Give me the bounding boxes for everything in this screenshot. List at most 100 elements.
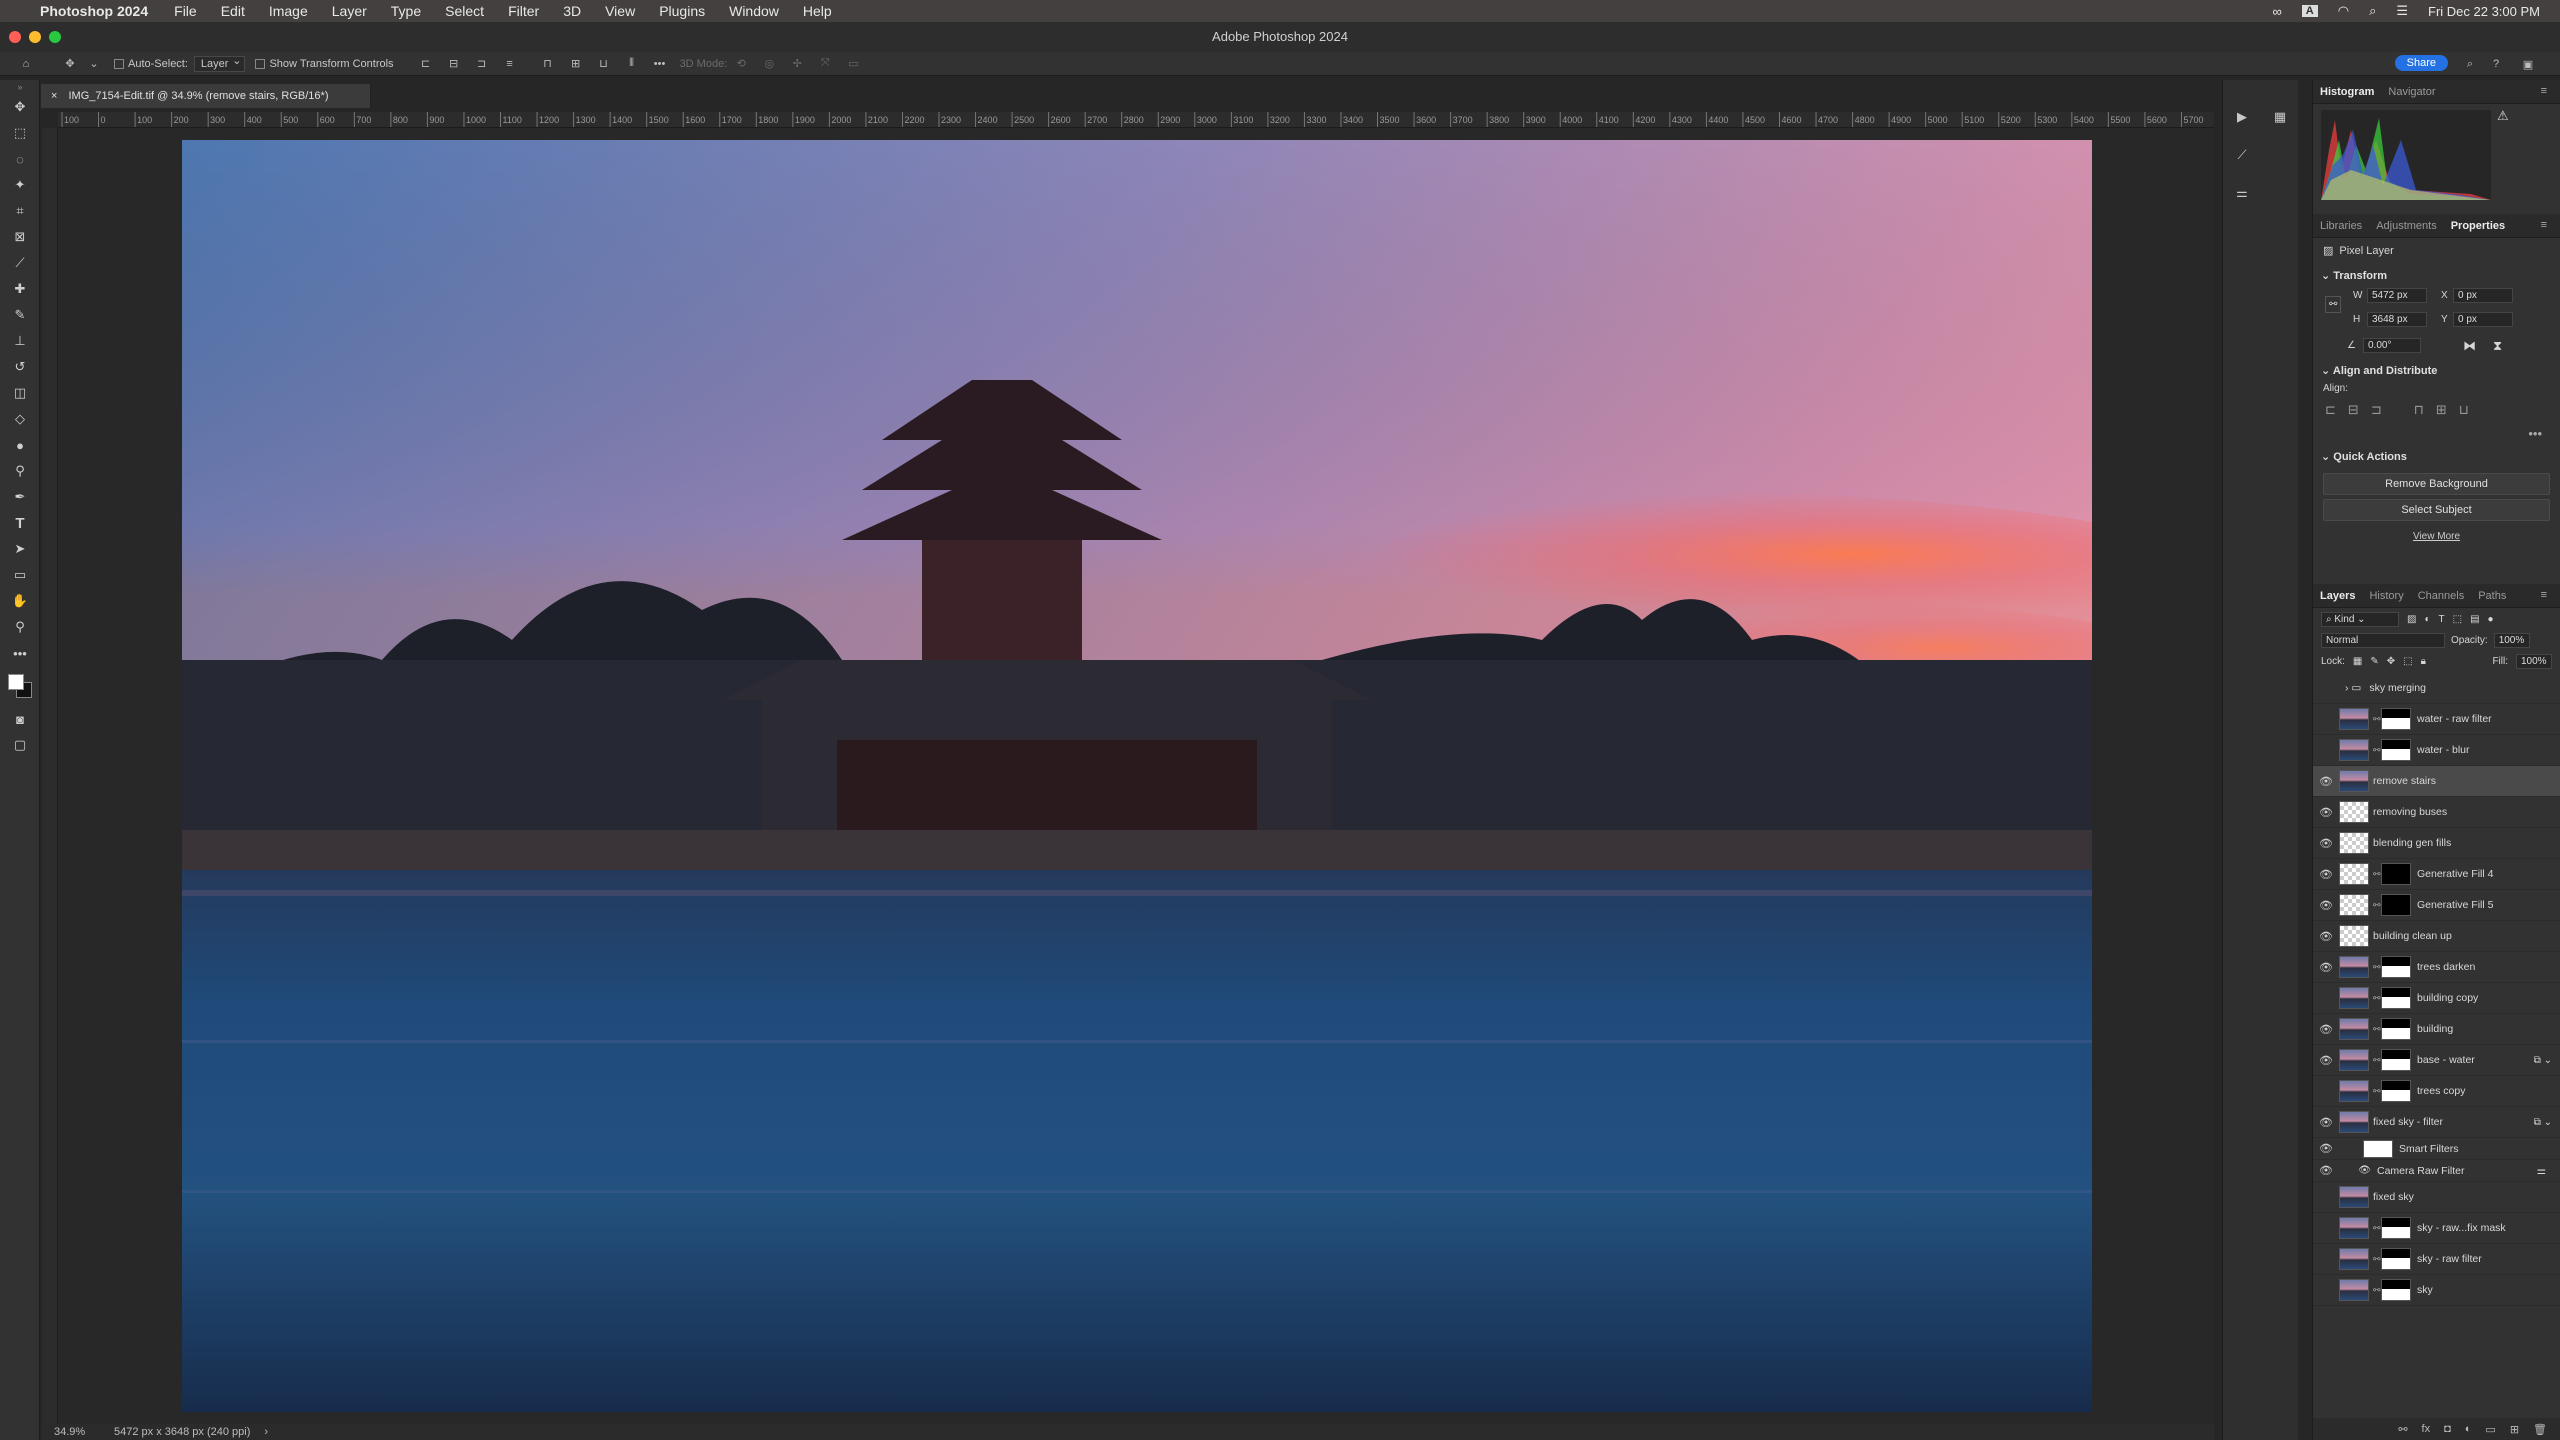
layer-row[interactable]: 👁︎ ⚯ trees darken <box>2313 952 2560 983</box>
panel-menu-icon[interactable]: ≡ <box>2534 589 2554 601</box>
3d-slide-icon[interactable]: ⤧ <box>817 56 833 72</box>
layer-name[interactable]: building clean up <box>2373 930 2452 942</box>
layer-mask-thumbnail[interactable] <box>2381 1248 2411 1270</box>
filter-smart-icon[interactable]: ▤ <box>2470 614 2479 625</box>
new-layer-icon[interactable]: ⊞ <box>2510 1423 2519 1436</box>
zoom-window-button[interactable] <box>49 31 61 43</box>
layer-mask-thumbnail[interactable] <box>2381 739 2411 761</box>
layer-thumbnail[interactable] <box>2339 801 2369 823</box>
horizontal-ruler[interactable]: 100 0 100 200 300 400 500 600 700 800 900 1000 1100 1… <box>58 112 2214 128</box>
filter-type-icon[interactable]: T <box>2439 614 2445 625</box>
filter-mask-thumbnail[interactable] <box>2363 1139 2393 1158</box>
layer-name[interactable]: blending gen fills <box>2373 837 2451 849</box>
layer-thumbnail[interactable] <box>2339 894 2369 916</box>
tab-paths[interactable]: Paths <box>2471 590 2513 602</box>
layer-row[interactable]: 👁︎ building clean up <box>2313 921 2560 952</box>
magic-wand-icon[interactable]: ✦ <box>0 172 40 198</box>
menu-window[interactable]: Window <box>729 3 779 19</box>
layer-thumbnail[interactable] <box>2339 739 2369 761</box>
chevron-down-icon[interactable]: ⌄ <box>89 56 98 72</box>
opacity-field[interactable]: 100% <box>2493 633 2530 648</box>
chevron-right-icon[interactable]: › <box>264 1426 268 1438</box>
cloud-sync-icon[interactable]: ∞ <box>2272 4 2281 19</box>
filter-adjustment-icon[interactable]: ◐ <box>2424 614 2430 625</box>
path-selection-icon[interactable]: ➤ <box>0 536 40 562</box>
layer-thumbnail[interactable] <box>2339 956 2369 978</box>
menu-plugins[interactable]: Plugins <box>659 3 705 19</box>
color-swatches-icon[interactable] <box>0 666 40 706</box>
layer-row[interactable]: 👁︎ removing buses <box>2313 797 2560 828</box>
layer-name[interactable]: Generative Fill 5 <box>2417 899 2493 911</box>
layer-thumbnail[interactable] <box>2339 987 2369 1009</box>
layer-thumbnail[interactable] <box>2339 1279 2369 1301</box>
add-mask-icon[interactable]: ◘ <box>2444 1423 2451 1435</box>
layer-thumbnail[interactable] <box>2339 770 2369 792</box>
align-center-h-icon[interactable]: ⊟ <box>2348 402 2359 418</box>
auto-select-dropdown[interactable]: Layer <box>193 54 246 72</box>
layer-name[interactable]: building <box>2417 1023 2453 1035</box>
link-icon[interactable]: ⚯ <box>2373 1024 2381 1035</box>
eye-icon[interactable]: 👁︎ <box>2313 837 2339 850</box>
filter-toggle-icon[interactable]: ● <box>2488 614 2494 625</box>
align-middle-icon[interactable]: ⊞ <box>568 56 584 72</box>
link-icon[interactable]: ⚯ <box>2373 900 2381 911</box>
layer-row[interactable]: ⚯ trees copy <box>2313 1076 2560 1107</box>
3d-camera-icon[interactable]: ▭ <box>845 56 861 72</box>
clock-text[interactable]: Fri Dec 22 3:00 PM <box>2428 4 2540 19</box>
flip-vertical-icon[interactable]: ⧗ <box>2493 338 2502 354</box>
layer-row[interactable]: ⚯ water - blur <box>2313 735 2560 766</box>
layer-name[interactable]: water - raw filter <box>2417 713 2492 725</box>
eye-icon[interactable]: 👁︎ <box>2313 930 2339 943</box>
photo-canvas[interactable] <box>182 140 2092 1412</box>
layer-row[interactable]: 👁︎ ⚯ Generative Fill 4 <box>2313 859 2560 890</box>
input-source-icon[interactable]: A <box>2301 5 2318 17</box>
close-tab-icon[interactable]: × <box>51 90 57 102</box>
eye-icon[interactable]: 👁︎ <box>2313 868 2339 881</box>
align-right-icon[interactable]: ⊐ <box>474 56 490 72</box>
control-center-icon[interactable]: ☰ <box>2396 3 2408 19</box>
transform-controls-checkbox[interactable] <box>255 58 266 69</box>
adjustments-icon[interactable]: ⚌ <box>2223 174 2261 212</box>
share-button[interactable]: Share <box>2394 55 2448 71</box>
wifi-icon[interactable]: ◠ <box>2338 3 2349 19</box>
layer-mask-thumbnail[interactable] <box>2381 1049 2411 1071</box>
layer-name[interactable]: building copy <box>2417 992 2478 1004</box>
menu-select[interactable]: Select <box>445 3 484 19</box>
link-icon[interactable]: ⚯ <box>2373 1086 2381 1097</box>
eye-icon[interactable]: 👁︎ <box>2313 1142 2339 1155</box>
layer-thumbnail[interactable] <box>2339 832 2369 854</box>
layer-row[interactable]: ⚯ sky - raw filter <box>2313 1244 2560 1275</box>
align-top-icon[interactable]: ⊓ <box>2414 402 2424 418</box>
layer-row[interactable]: 👁︎ ⚯ Generative Fill 5 <box>2313 890 2560 921</box>
x-field[interactable]: 0 px <box>2453 288 2513 303</box>
layer-mask-thumbnail[interactable] <box>2381 987 2411 1009</box>
rectangle-tool-icon[interactable]: ▭ <box>0 562 40 588</box>
blur-tool-icon[interactable]: ● <box>0 432 40 458</box>
y-field[interactable]: 0 px <box>2453 312 2513 327</box>
layer-name[interactable]: water - blur <box>2417 744 2470 756</box>
menu-view[interactable]: View <box>605 3 635 19</box>
align-left-icon[interactable]: ⊏ <box>418 56 434 72</box>
lock-artboard-icon[interactable]: ⬚ <box>2403 656 2412 667</box>
home-icon[interactable]: ⌂ <box>18 56 34 72</box>
kind-filter-dropdown[interactable]: ⌕ Kind ⌄ <box>2321 612 2399 627</box>
history-brush-icon[interactable]: ↺ <box>0 354 40 380</box>
menu-3d[interactable]: 3D <box>563 3 581 19</box>
layer-name[interactable]: trees copy <box>2417 1085 2465 1097</box>
eye-icon[interactable]: 👁︎ <box>2339 1165 2371 1176</box>
transform-section-header[interactable]: ⌄ Transform <box>2313 263 2560 288</box>
lock-transparent-icon[interactable]: ▦ <box>2353 656 2362 667</box>
menu-file[interactable]: File <box>174 3 197 19</box>
warning-icon[interactable]: ⚠ <box>2497 108 2509 124</box>
brush-settings-icon[interactable]: ⟋ <box>2223 136 2261 174</box>
lock-position-icon[interactable]: ✥ <box>2387 656 2395 667</box>
3d-pan-icon[interactable]: ✢ <box>789 56 805 72</box>
zoom-tool-icon[interactable]: ⚲ <box>0 614 40 640</box>
layer-mask-thumbnail[interactable] <box>2381 1080 2411 1102</box>
filter-shape-icon[interactable]: ⬚ <box>2453 614 2462 625</box>
menu-image[interactable]: Image <box>269 3 308 19</box>
quick-mask-icon[interactable]: ◙ <box>0 706 40 732</box>
toolbar-collapse-icon[interactable]: » <box>0 80 40 94</box>
layer-thumbnail[interactable] <box>2339 708 2369 730</box>
more-tools-icon[interactable]: ••• <box>0 640 40 666</box>
